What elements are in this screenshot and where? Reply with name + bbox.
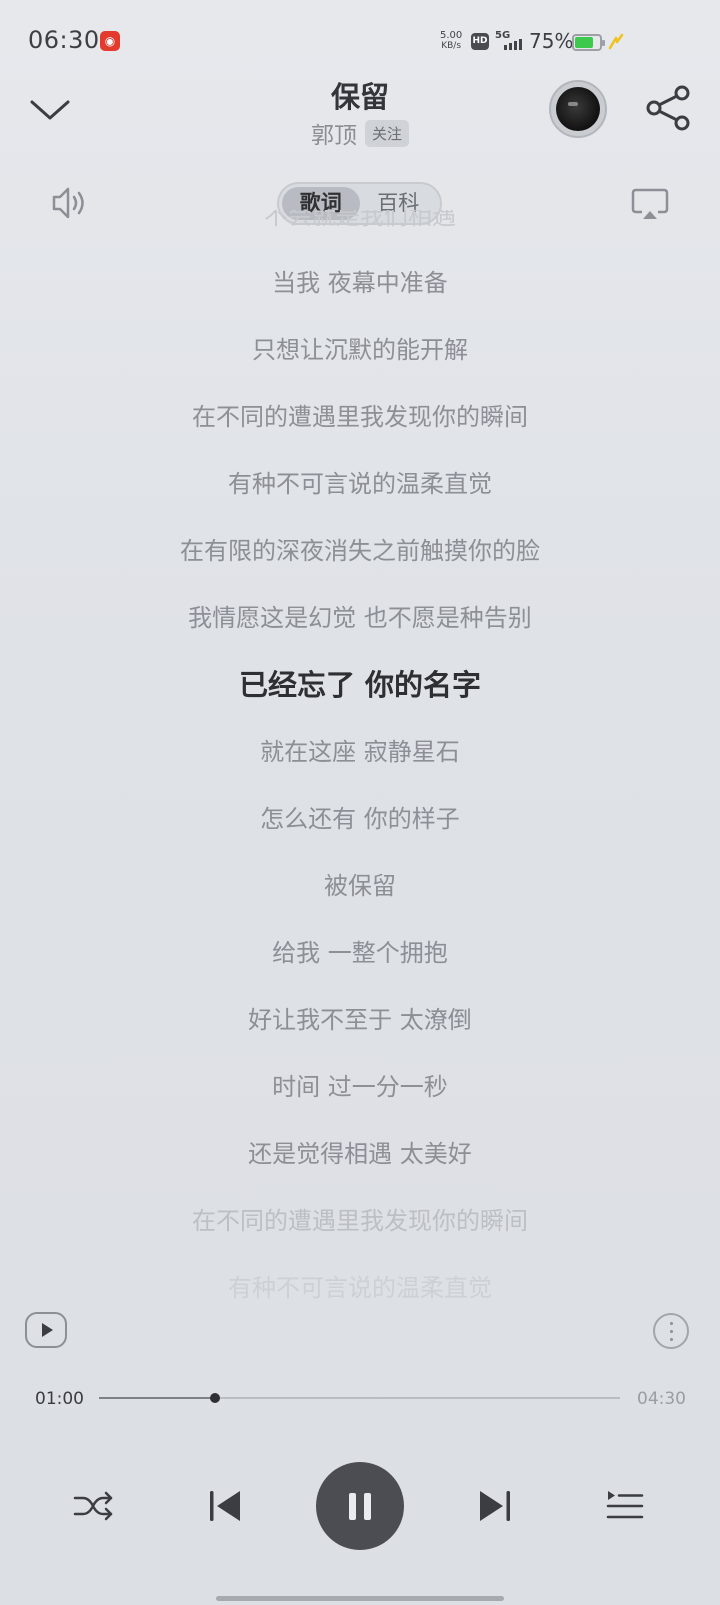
pause-icon-bar xyxy=(364,1493,371,1520)
play-icon xyxy=(42,1323,53,1337)
lyric-line[interactable]: 给我 一整个拥抱 xyxy=(0,933,720,968)
lyric-line[interactable]: 我情愿这是幻觉 也不愿是种告别 xyxy=(0,598,720,633)
shuffle-icon[interactable] xyxy=(73,1488,115,1524)
current-lyric-line[interactable]: 已经忘了 你的名字 xyxy=(0,662,720,704)
status-bar: 06:30 ◉ 5.00 KB/s HD 5G 75% xyxy=(0,0,720,84)
lyric-line[interactable]: 被保留 xyxy=(0,866,720,901)
status-time: 06:30 xyxy=(28,26,100,54)
lyric-line[interactable]: 有种不可言说的温柔直觉 xyxy=(0,1268,720,1303)
elapsed-time: 01:00 xyxy=(35,1389,84,1409)
network-speed-value: 5.00 xyxy=(440,30,463,41)
lyric-line[interactable]: 时间 过一分一秒 xyxy=(0,1067,720,1102)
share-icon[interactable] xyxy=(644,84,692,132)
playlist-icon[interactable] xyxy=(605,1488,645,1524)
pause-button[interactable] xyxy=(316,1462,404,1550)
song-title: 保留 xyxy=(330,80,389,114)
artist-row: 郭顶 关注 xyxy=(0,116,720,150)
lyric-line[interactable]: 还是觉得相遇 太美好 xyxy=(0,1134,720,1169)
charging-icon xyxy=(608,33,624,50)
progress-thumb[interactable] xyxy=(209,1393,220,1403)
lyrics-panel[interactable]: 不会就是我们相遇当我 夜幕中准备 只想让沉默的能开解 在不同的遭遇里我发现你的瞬间有… xyxy=(0,210,720,1310)
battery-icon xyxy=(572,34,605,51)
progress-played xyxy=(99,1397,215,1399)
lyric-line[interactable]: 就在这座 寂静星石 xyxy=(0,732,720,767)
network-speed: 5.00 KB/s xyxy=(440,30,462,52)
lyric-line[interactable]: 只想让沉默的能开解 xyxy=(0,330,720,365)
pause-icon-bar xyxy=(349,1493,356,1520)
lyric-line[interactable]: 有种不可言说的温柔直觉 xyxy=(0,464,720,499)
lyric-line[interactable]: 不会就是我们相遇 xyxy=(0,210,720,231)
network-speed-unit: KB/s xyxy=(441,41,462,51)
home-indicator[interactable] xyxy=(216,1596,504,1601)
album-disc-button[interactable] xyxy=(549,80,607,138)
more-options-button[interactable] xyxy=(653,1313,689,1349)
hd-voice-icon: HD xyxy=(471,33,489,50)
lyric-line[interactable]: 在不同的遭遇里我发现你的瞬间 xyxy=(0,1201,720,1236)
battery-percent: 75% xyxy=(529,29,574,53)
previous-track-icon[interactable] xyxy=(207,1486,243,1526)
lyric-line[interactable]: 在有限的深夜消失之前触摸你的脸 xyxy=(0,531,720,566)
lyric-line[interactable]: 怎么还有 你的样子 xyxy=(0,799,720,834)
follow-button[interactable]: 关注 xyxy=(364,119,409,147)
total-duration: 04:30 xyxy=(637,1389,686,1409)
lyric-line[interactable]: 在不同的遭遇里我发现你的瞬间 xyxy=(0,397,720,432)
lyric-line[interactable]: 当我 夜幕中准备 xyxy=(0,263,720,298)
vinyl-disc-icon xyxy=(556,87,600,131)
progress-bar[interactable] xyxy=(99,1393,620,1403)
lyric-line[interactable]: 好让我不至于 太潦倒 xyxy=(0,1000,720,1035)
mv-button[interactable] xyxy=(25,1312,67,1348)
netease-music-icon: ◉ xyxy=(100,31,120,51)
cell-signal-icon: 5G xyxy=(495,30,525,52)
artist-name[interactable]: 郭顶 xyxy=(311,116,357,150)
next-track-icon[interactable] xyxy=(477,1486,513,1526)
